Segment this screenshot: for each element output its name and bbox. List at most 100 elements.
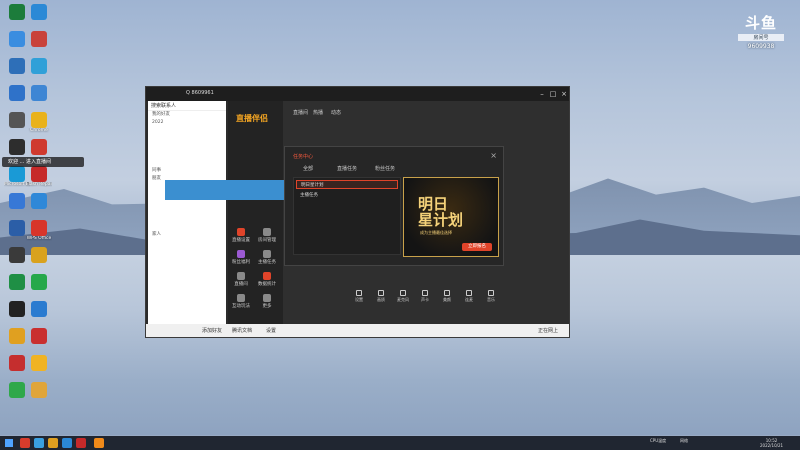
settings-button[interactable]: 设置 [266, 327, 276, 334]
dialog-close-icon[interactable]: × [490, 151, 497, 160]
control-label: 美颜 [443, 297, 451, 302]
app-icon [9, 328, 25, 344]
desktop-shortcut-icon[interactable] [26, 58, 52, 74]
obs-feature-item[interactable]: 更多 [256, 294, 278, 309]
contact-row[interactable] [148, 207, 226, 215]
obs-feature-item[interactable]: 直播间 [230, 272, 252, 287]
banner-signup-button[interactable]: 立即报名 [462, 243, 492, 251]
tab-dynamic[interactable]: 动态 [331, 109, 341, 116]
contact-row[interactable] [148, 159, 226, 167]
taskbar-app-icon[interactable] [34, 438, 44, 448]
desktop-shortcut-icon[interactable] [26, 328, 52, 344]
contact-row[interactable]: 同事 [148, 167, 226, 175]
control-button[interactable]: 画质 [374, 290, 388, 303]
contact-row[interactable] [148, 247, 226, 255]
douyu-room-number: 9609938 [747, 43, 775, 50]
douyu-watermark: 斗鱼 房间号 9609938 [738, 12, 784, 50]
taskbar-app-icon[interactable] [62, 438, 72, 448]
taskbar-app-icon[interactable] [20, 438, 30, 448]
desktop-shortcut-icon[interactable] [26, 139, 52, 155]
control-label: 声卡 [421, 297, 429, 302]
dialog-tab-fans[interactable]: 粉丝任务 [375, 165, 395, 172]
dialog-tab-live[interactable]: 直播任务 [337, 165, 357, 172]
tab-hot[interactable]: 热播 [313, 109, 323, 116]
app-icon [31, 382, 47, 398]
desktop-shortcut-icon[interactable]: WPS Office [26, 220, 52, 241]
desktop-shortcut-icon[interactable] [26, 247, 52, 263]
feature-icon [263, 250, 271, 258]
banner-subtext: 成为主播最佳选择 [420, 230, 452, 235]
app-icon [31, 58, 47, 74]
dialog-tab-all[interactable]: 全部 [303, 165, 313, 172]
obs-feature-item[interactable]: 主播任务 [256, 250, 278, 265]
obs-feature-item[interactable]: 直播设置 [230, 228, 252, 243]
contact-row[interactable] [148, 295, 226, 303]
app-icon [31, 247, 47, 263]
qq-search-input[interactable]: 搜索联系人 [148, 101, 226, 111]
start-icon[interactable] [5, 439, 13, 447]
window-titlebar: Q 8609961 – □ × [146, 87, 569, 101]
maximize-icon[interactable]: □ [549, 90, 557, 98]
task-item-anchor[interactable]: 主播任务 [296, 191, 398, 200]
contact-row[interactable] [148, 199, 226, 207]
obs-feature-item[interactable]: 粉丝福利 [230, 250, 252, 265]
desktop-shortcut-icon[interactable] [26, 85, 52, 101]
contact-row[interactable] [148, 223, 226, 231]
obs-feature-item[interactable]: 数据统计 [256, 272, 278, 287]
app-icon [9, 139, 25, 155]
tab-live[interactable]: 直播间 [293, 109, 308, 116]
task-center-dialog: 任务中心 × 全部 直播任务 粉丝任务 明日星计划 主播任务 明日 星计划 成为… [284, 146, 504, 266]
add-friend-button[interactable]: 添加好友 [202, 327, 222, 334]
app-icon [9, 85, 25, 101]
taskbar-app-icon[interactable] [76, 438, 86, 448]
obs-sidebar [228, 101, 283, 325]
contact-row[interactable] [148, 215, 226, 223]
contact-row[interactable] [148, 143, 226, 151]
desktop-shortcut-icon[interactable] [26, 355, 52, 371]
taskbar-app-icon[interactable] [94, 438, 104, 448]
desktop-shortcut-icon[interactable] [26, 4, 52, 20]
desktop-shortcut-icon[interactable] [26, 193, 52, 209]
close-icon[interactable]: × [560, 90, 568, 98]
contact-row[interactable] [148, 239, 226, 247]
task-item-star[interactable]: 明日星计划 [296, 180, 398, 189]
control-button[interactable]: 声卡 [418, 290, 432, 303]
control-button[interactable]: 美颜 [440, 290, 454, 303]
app-icon [9, 382, 25, 398]
contact-row[interactable] [148, 151, 226, 159]
contact-list: 我的好友2022同事朋友家人同学 [148, 111, 226, 337]
clock-date: 2022/10/21 [760, 443, 784, 448]
taskbar-app-icon[interactable] [48, 438, 58, 448]
contact-row[interactable] [148, 279, 226, 287]
desktop-shortcut-icon[interactable]: Flash Repair [26, 166, 52, 187]
desktop-shortcut-icon[interactable]: Chrome [26, 112, 52, 133]
desktop-shortcut-icon[interactable] [26, 301, 52, 317]
contact-row[interactable] [148, 287, 226, 295]
contact-row[interactable] [148, 255, 226, 263]
contact-row[interactable] [148, 303, 226, 311]
control-button[interactable]: 设置 [352, 290, 366, 303]
contact-row[interactable] [148, 127, 226, 135]
contact-row[interactable]: 家人 [148, 231, 226, 239]
control-button[interactable]: 连麦 [462, 290, 476, 303]
desktop-shortcut-icon[interactable] [26, 31, 52, 47]
app-icon [31, 301, 47, 317]
contact-row[interactable]: 2022 [148, 119, 226, 127]
app-icon [31, 31, 47, 47]
control-button[interactable]: 音乐 [484, 290, 498, 303]
tencent-docs-button[interactable]: 腾讯文档 [232, 327, 252, 334]
contact-row[interactable] [148, 271, 226, 279]
app-icon [31, 274, 47, 290]
contact-row[interactable] [148, 263, 226, 271]
desktop-shortcut-icon[interactable] [26, 274, 52, 290]
contact-row[interactable]: 我的好友 [148, 111, 226, 119]
obs-feature-item[interactable]: 互动玩法 [230, 294, 252, 309]
obs-feature-item[interactable]: 房间管理 [256, 228, 278, 243]
contact-row[interactable] [148, 135, 226, 143]
desktop-shortcut-icon[interactable] [26, 382, 52, 398]
contact-row[interactable] [148, 311, 226, 319]
feature-icon [263, 294, 271, 302]
minimize-icon[interactable]: – [538, 90, 546, 98]
control-button[interactable]: 麦克风 [396, 290, 410, 303]
feature-icon [237, 294, 245, 302]
